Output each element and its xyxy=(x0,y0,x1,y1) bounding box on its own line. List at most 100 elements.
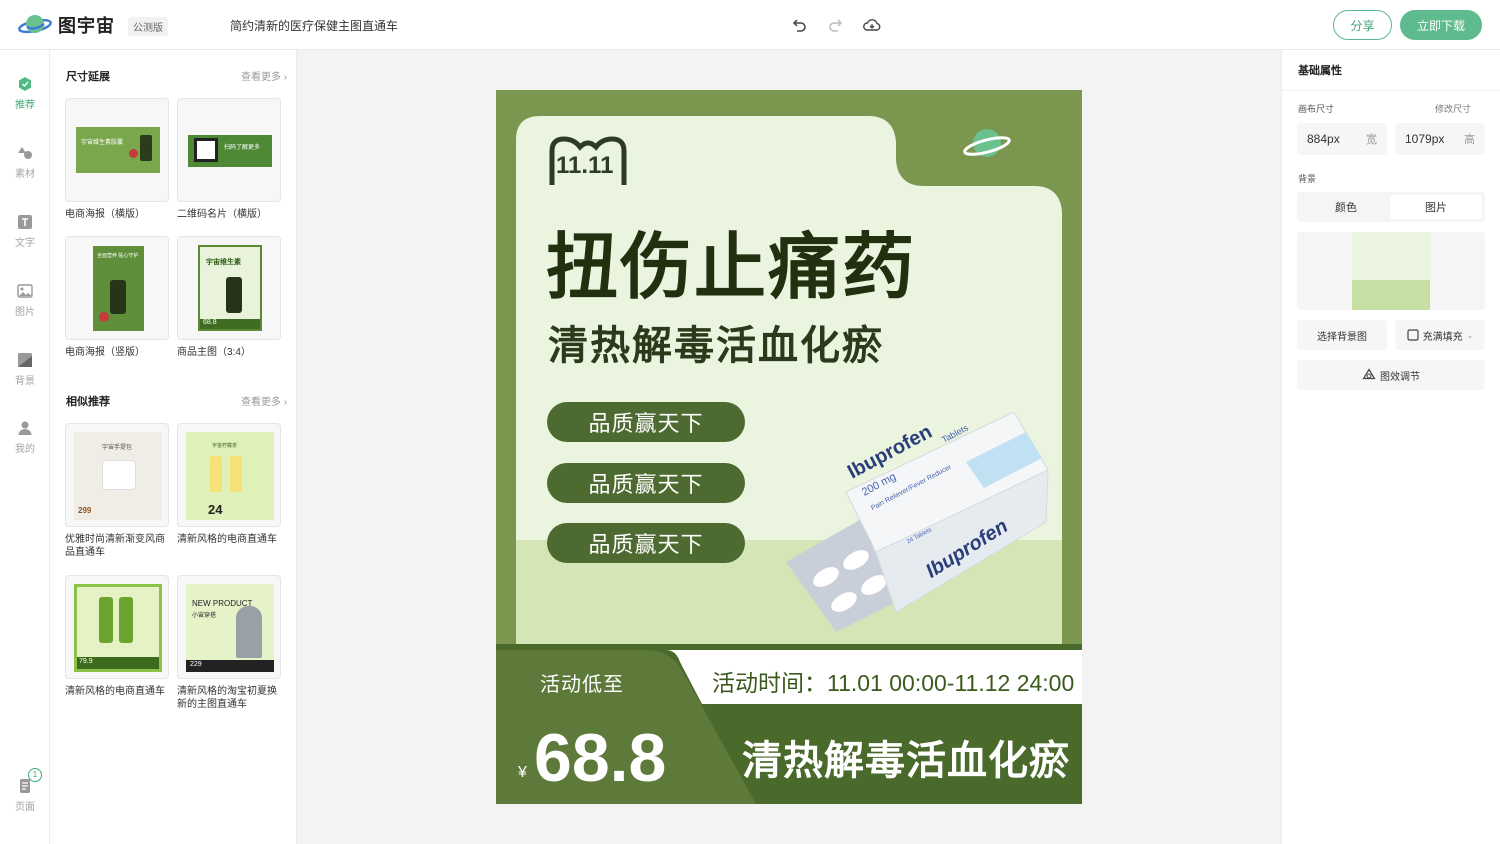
feature-pill[interactable]: 品质赢天下 xyxy=(547,402,745,442)
view-more-label: 查看更多 xyxy=(241,72,281,83)
effect-adjust-button[interactable]: 图效调节 xyxy=(1297,360,1485,390)
logo[interactable]: 图宇宙 xyxy=(18,12,115,38)
rail-item-background[interactable]: 背景 xyxy=(0,352,50,387)
chevron-right-icon: › xyxy=(283,72,288,83)
template-caption: 清新风格的电商直通车 xyxy=(65,686,165,697)
preview-light-area xyxy=(1352,232,1430,280)
canvas-height-input[interactable]: 1079px 高 xyxy=(1395,123,1485,155)
properties-title: 基础属性 xyxy=(1298,65,1342,77)
drink-image xyxy=(210,456,222,492)
thumb-price: 79.9 xyxy=(79,658,93,665)
beta-badge: 公测版 xyxy=(128,17,168,36)
background-type-toggle: 颜色 图片 xyxy=(1297,192,1485,222)
template-thumb[interactable]: 宇宙柠檬茶 24 xyxy=(177,423,281,527)
feature-pill[interactable]: 品质赢天下 xyxy=(547,463,745,503)
document-title[interactable]: 简约清新的医疗保健主图直通车 xyxy=(230,17,398,34)
fill-mode-select[interactable]: 充满填充 ⌄ xyxy=(1395,320,1485,350)
recommend-icon xyxy=(19,77,31,91)
redo-icon[interactable] xyxy=(826,15,846,35)
properties-panel: 基础属性 画布尺寸 修改尺寸 884px 宽 1079px 高 背景 颜色 图片… xyxy=(1281,50,1500,844)
divider xyxy=(1282,90,1500,91)
cloud-save-icon[interactable] xyxy=(862,15,882,35)
left-nav-rail: 推荐 素材 文字 图片 背景 我的 1 页面 xyxy=(0,50,50,844)
poster-headline[interactable]: 扭伤止痛药 xyxy=(546,228,916,308)
thumb-artwork: 宇宙维生素 68.8 xyxy=(198,245,262,331)
background-icon xyxy=(18,353,32,367)
top-bar: 图宇宙 公测版 简约清新的医疗保健主图直通车 分享 立即下载 xyxy=(0,0,1500,50)
choose-background-button[interactable]: 选择背景图 xyxy=(1297,320,1387,350)
template-thumb[interactable]: 宇宙维生素胶囊 xyxy=(65,98,169,202)
view-more-label: 查看更多 xyxy=(241,397,281,408)
handbag-image xyxy=(102,460,136,490)
cherry-image xyxy=(99,312,109,322)
thumb-price: 229 xyxy=(190,661,202,668)
canvas-width-input[interactable]: 884px 宽 xyxy=(1297,123,1387,155)
price-strip: 229 xyxy=(186,660,274,672)
view-more-link[interactable]: 查看更多 › xyxy=(241,68,287,83)
tab-image[interactable]: 图片 xyxy=(1390,195,1482,219)
rail-label: 文字 xyxy=(15,238,35,249)
template-caption: 清新风格的电商直通车 xyxy=(177,534,277,545)
thumb-text: 全面营养 贴心守护 xyxy=(97,253,139,259)
rail-item-text[interactable]: 文字 xyxy=(0,214,50,249)
thumb-artwork: 宇宙手提包 299 xyxy=(74,432,162,520)
promo-price[interactable]: 68.8 xyxy=(534,718,666,798)
template-thumb[interactable]: NEW PRODUCT 小宙穿搭 229 xyxy=(177,575,281,679)
preview-green-area xyxy=(1352,280,1430,310)
thumb-artwork: 全面营养 贴心守护 xyxy=(93,246,144,331)
chevron-down-icon: ⌄ xyxy=(1466,330,1474,340)
bottle-image xyxy=(119,597,133,643)
undo-icon[interactable] xyxy=(789,15,809,35)
bottle-image xyxy=(110,280,126,314)
section-title-size: 尺寸延展 xyxy=(66,71,110,83)
background-preview[interactable] xyxy=(1297,232,1485,310)
rail-item-mine[interactable]: 我的 xyxy=(0,420,50,455)
material-icon xyxy=(18,147,32,159)
rail-item-material[interactable]: 素材 xyxy=(0,145,50,180)
template-thumb[interactable]: 79.9 xyxy=(65,575,169,679)
effect-label: 图效调节 xyxy=(1380,371,1420,383)
thumb-text: 宇宙维生素 xyxy=(206,259,241,266)
text-icon xyxy=(18,215,32,229)
footer-slogan[interactable]: 清热解毒活血化瘀 xyxy=(742,728,1070,786)
view-more-link[interactable]: 查看更多 › xyxy=(241,393,287,408)
template-thumb[interactable]: 宇宙手提包 299 xyxy=(65,423,169,527)
promo-time[interactable]: 活动时间：11.01 00:00-11.12 24:00 xyxy=(712,664,1074,698)
canvas-size-label: 画布尺寸 xyxy=(1298,104,1335,114)
rail-item-recommend[interactable]: 推荐 xyxy=(0,76,50,111)
resize-link[interactable]: 修改尺寸 xyxy=(1435,102,1471,115)
rail-item-image[interactable]: 图片 xyxy=(0,283,50,318)
template-caption: 商品主图（3:4） xyxy=(177,347,251,358)
brand-mark-text: 11.11 xyxy=(556,152,614,179)
template-thumb[interactable]: 全面营养 贴心守护 xyxy=(65,236,169,340)
price-strip: 68.8 xyxy=(200,319,260,329)
background-label: 背景 xyxy=(1298,174,1317,184)
section-title-similar: 相似推荐 xyxy=(66,396,110,408)
fill-mode-label: 充满填充 xyxy=(1422,331,1463,343)
promo-label[interactable]: 活动低至 xyxy=(540,668,624,697)
thumb-text: 扫码了解更多 xyxy=(224,145,261,151)
thumb-artwork: 宇宙柠檬茶 24 xyxy=(186,432,274,520)
poster-subheadline[interactable]: 清热解毒活血化瘀 xyxy=(548,322,884,370)
bottle-image xyxy=(99,597,113,643)
currency-symbol: ¥ xyxy=(518,764,527,781)
tab-color[interactable]: 颜色 xyxy=(1300,195,1392,219)
width-unit: 宽 xyxy=(1366,134,1377,146)
template-caption: 电商海报（横版） xyxy=(65,209,145,220)
feature-pill[interactable]: 品质赢天下 xyxy=(547,523,745,563)
template-caption: 二维码名片（横版） xyxy=(177,209,267,220)
thumb-artwork: NEW PRODUCT 小宙穿搭 229 xyxy=(186,584,274,672)
bottle-image xyxy=(226,277,242,313)
design-canvas[interactable]: 11.11 扭伤止痛药 清热解毒活血化瘀 品质赢天下 品质赢天下 品质赢天下 I… xyxy=(496,90,1082,804)
rail-item-pages[interactable]: 1 页面 xyxy=(0,768,50,813)
template-thumb[interactable]: 宇宙维生素 68.8 xyxy=(177,236,281,340)
chevron-right-icon: › xyxy=(283,397,288,408)
share-button[interactable]: 分享 xyxy=(1333,10,1392,40)
template-thumb[interactable]: 扫码了解更多 xyxy=(177,98,281,202)
rail-label: 页面 xyxy=(15,802,35,813)
thumb-text: 宇宙柠檬茶 xyxy=(212,443,238,449)
planet-logo-icon xyxy=(963,129,1011,157)
medicine-product-image[interactable]: Ibuprofen 200 mg Pain Reliever/Fever Red… xyxy=(726,412,1066,632)
download-button[interactable]: 立即下载 xyxy=(1400,10,1482,40)
thumb-price: 24 xyxy=(208,502,223,517)
